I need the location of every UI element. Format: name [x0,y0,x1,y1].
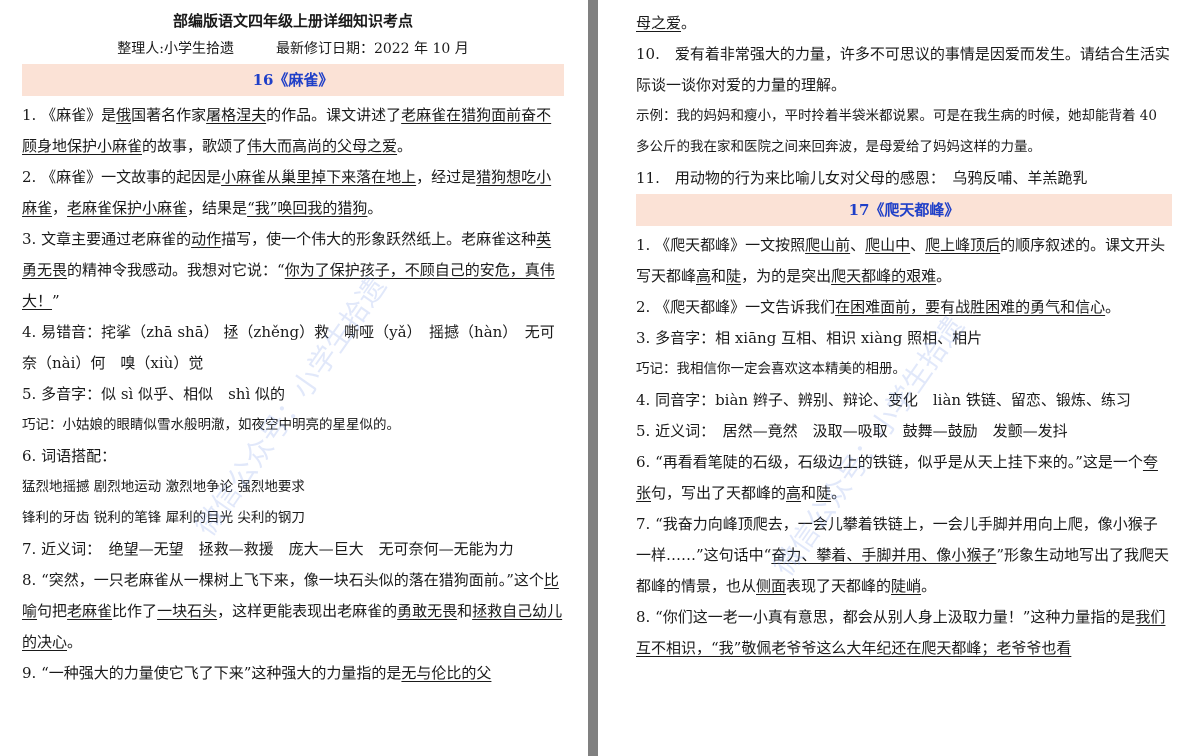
item-17-7: 7. “我奋力向峰顶爬去，一会儿攀着铁链上，一会儿手脚并用向上爬，像小猴子一样…… [636,515,1170,595]
document-page-right: 母之爱。 10. 爱有着非常强大的力量，许多不可思议的事情是因爱而发生。请结合生… [598,0,1194,756]
item-17-5: 5. 近义词： 居然—竟然 汲取—吸取 鼓舞—鼓励 发颤—发抖 [636,422,1068,440]
item-8: 8. “突然，一只老麻雀从一棵树上飞下来，像一块石头似的落在猎狗面前。”这个比喻… [22,571,563,651]
item-9: 9. “一种强大的力量使它飞了下来”这种强大的力量指的是无与伦比的父 [22,664,492,682]
document-title: 部编版语文四年级上册详细知识考点 [172,12,413,30]
item-5: 5. 多音字：似 sì 似乎、相似 shì 似的 [22,385,286,403]
item-11: 11. 用动物的行为来比喻儿女对父母的感恩： 乌鸦反哺、羊羔跪乳 [636,169,1088,187]
item-10: 10. 爱有着非常强大的力量，许多不可思议的事情是因爱而发生。请结合生活实际谈一… [636,45,1170,94]
item-17-1: 1. 《爬天都峰》一文按照爬山前、爬山中、爬上峰顶后的顺序叙述的。课文开头写天都… [636,236,1166,285]
item-7: 7. 近义词： 绝望—无望 拯救—救援 庞大—巨大 无可奈何—无能为力 [22,540,514,558]
item-6-line-b: 锋利的牙齿 锐利的笔锋 犀利的目光 尖利的钢刀 [22,510,305,526]
item-17-3: 3. 多音字：相 xiāng 互相、相识 xiàng 照相、相片 [636,329,983,347]
item-6: 6. 词语搭配： [22,447,117,465]
item-3: 3. 文章主要通过老麻雀的动作描写，使一个伟大的形象跃然纸上。老麻雀这种英勇无畏… [22,230,555,310]
item-10-example: 示例：我的妈妈和瘦小，平时拎着半袋米都说累。可是在我生病的时候，她却能背着 40… [636,108,1157,155]
item-17-2: 2. 《爬天都峰》一文告诉我们在困难面前，要有战胜困难的勇气和信心。 [636,298,1121,316]
section-header-16: 16《麻雀》 [22,64,564,96]
item-5-note: 巧记：小姑娘的眼睛似雪水般明澈，如夜空中明亮的星星似的。 [22,417,400,433]
section-header-17: 17《爬天都峰》 [636,194,1172,226]
item-6-line-a: 猛烈地摇撼 剧烈地运动 激烈地争论 强烈地要求 [22,479,305,495]
item-4: 4. 易错音：挓挲（zhā shā） 拯（zhěng）救 嘶哑（yǎ） 摇撼（h… [22,323,555,372]
continued-text: 母之爱。 [636,14,697,32]
item-17-6: 6. “再看看笔陡的石级，石级边上的铁链，似乎是从天上挂下来的。”这是一个夸张句… [636,453,1158,502]
item-17-4: 4. 同音字：biàn 辫子、辨别、辩论、变化 liàn 铁链、留恋、锻炼、练习 [636,391,1131,409]
document-meta: 整理人:小学生拾遗 最新修订日期：2022 年 10 月 [117,41,469,57]
item-17-8: 8. “你们这一老一小真有意思，都会从别人身上汲取力量！”这种力量指的是我们互不… [636,608,1166,657]
item-2: 2. 《麻雀》一文故事的起因是小麻雀从巢里掉下来落在地上，经过是猎狗想吃小麻雀，… [22,168,552,217]
document-page-left: 部编版语文四年级上册详细知识考点 整理人:小学生拾遗 最新修订日期：2022 年… [0,0,588,756]
item-1: 1. 《麻雀》是俄国著名作家屠格涅夫的作品。课文讲述了老麻雀在猎狗面前奋不顾身地… [22,106,552,155]
item-17-3-note: 巧记：我相信你一定会喜欢这本精美的相册。 [636,361,906,377]
